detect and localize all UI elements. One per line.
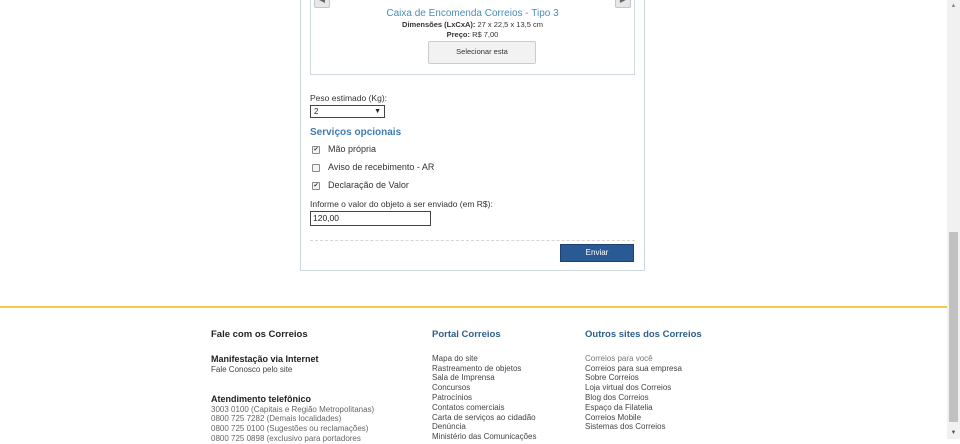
option-declaracao[interactable]: ✔ Declaração de Valor — [312, 180, 409, 192]
next-arrow-icon[interactable]: ▶ — [615, 0, 631, 8]
footer-contact-column: Fale com os Correios Manifestação via In… — [211, 330, 411, 444]
box-price: Preço: R$ 7,00 — [311, 30, 634, 39]
portal-title: Portal Correios — [432, 329, 501, 340]
option-ar-label: Aviso de recebimento - AR — [328, 162, 435, 172]
option-maopropria[interactable]: ✔ Mão própria — [312, 144, 376, 156]
internet-title: Manifestação via Internet — [211, 353, 319, 364]
optional-services-title: Serviços opcionais — [310, 127, 402, 138]
box-dimensions-label: Dimensões (LxCxA): — [402, 20, 476, 29]
portal-link[interactable]: Patrocínios — [432, 393, 572, 403]
other-site-link[interactable]: Blog dos Correios — [585, 393, 745, 403]
footer-divider — [0, 306, 947, 308]
divider — [310, 240, 635, 241]
weight-select[interactable]: 2 ▼ — [310, 105, 385, 118]
scrollbar-thumb[interactable] — [949, 232, 958, 422]
declared-value-label: Informe o valor do objeto a ser enviado … — [310, 199, 493, 209]
box-option-card: ◀ ▶ Caixa de Encomenda Correios - Tipo 3… — [310, 0, 635, 75]
phone-title: Atendimento telefônico — [211, 393, 312, 404]
shipping-form-panel: ◀ ▶ Caixa de Encomenda Correios - Tipo 3… — [300, 0, 645, 271]
box-dimensions: Dimensões (LxCxA): 27 x 22,5 x 13,5 cm — [311, 20, 634, 29]
other-site-link[interactable]: Correios para você — [585, 354, 745, 364]
checkbox-ar[interactable] — [312, 163, 320, 172]
other-site-link[interactable]: Correios Mobile — [585, 413, 745, 423]
other-site-link[interactable]: Sobre Correios — [585, 373, 745, 383]
footer-other-sites-column: Outros sites dos Correios Correios para … — [585, 330, 745, 432]
box-title: Caixa de Encomenda Correios - Tipo 3 — [386, 8, 559, 19]
phone-line: 3003 0100 (Capitais e Região Metropolita… — [211, 404, 375, 414]
scroll-up-icon[interactable]: ▲ — [947, 0, 960, 12]
option-maopropria-label: Mão própria — [328, 144, 377, 154]
weight-select-value: 2 — [314, 107, 319, 116]
prev-arrow-icon[interactable]: ◀ — [314, 0, 330, 8]
box-price-label: Preço: — [446, 30, 470, 39]
portal-link[interactable]: Concursos — [432, 383, 572, 393]
other-site-link[interactable]: Espaço da Filatelia — [585, 403, 745, 413]
contact-site-link[interactable]: Fale Conosco pelo site — [211, 365, 411, 375]
weight-label: Peso estimado (Kg): — [310, 93, 388, 103]
box-dimensions-value: 27 x 22,5 x 13,5 cm — [477, 20, 543, 29]
other-site-link[interactable]: Correios para sua empresa — [585, 364, 745, 374]
portal-link[interactable]: Rastreamento de objetos — [432, 364, 572, 374]
select-box-button[interactable]: Selecionar esta — [428, 41, 536, 64]
portal-link[interactable]: Contatos comerciais — [432, 403, 572, 413]
option-declaracao-label: Declaração de Valor — [328, 180, 409, 190]
checkbox-declaracao[interactable]: ✔ — [312, 181, 320, 190]
portal-link[interactable]: Denúncia — [432, 422, 572, 432]
other-site-link[interactable]: Sistemas dos Correios — [585, 422, 745, 432]
send-button[interactable]: Enviar — [560, 244, 634, 262]
footer-portal-column: Portal Correios Mapa do site Rastreament… — [432, 330, 572, 442]
box-price-value: R$ 7,00 — [472, 30, 499, 39]
other-sites-title: Outros sites dos Correios — [585, 329, 702, 340]
checkbox-maopropria[interactable]: ✔ — [312, 145, 320, 154]
caret-down-icon: ▼ — [374, 108, 381, 115]
contact-title: Fale com os Correios — [211, 329, 308, 340]
page-scrollbar[interactable]: ▲ ▼ — [947, 0, 960, 439]
portal-link[interactable]: Mapa do site — [432, 354, 572, 364]
other-site-link[interactable]: Loja virtual dos Correios — [585, 383, 745, 393]
portal-link[interactable]: Ministério das Comunicações — [432, 432, 572, 442]
phone-line: 0800 725 0100 (Sugestões ou reclamações) — [211, 424, 369, 434]
phone-line: 0800 725 7282 (Demais localidades) — [211, 414, 342, 424]
portal-link[interactable]: Carta de serviços ao cidadão — [432, 413, 572, 423]
portal-link[interactable]: Sala de Imprensa — [432, 373, 572, 383]
option-ar[interactable]: Aviso de recebimento - AR — [312, 162, 434, 174]
scroll-down-icon[interactable]: ▼ — [947, 427, 960, 439]
declared-value-input[interactable]: 120,00 — [310, 211, 431, 226]
